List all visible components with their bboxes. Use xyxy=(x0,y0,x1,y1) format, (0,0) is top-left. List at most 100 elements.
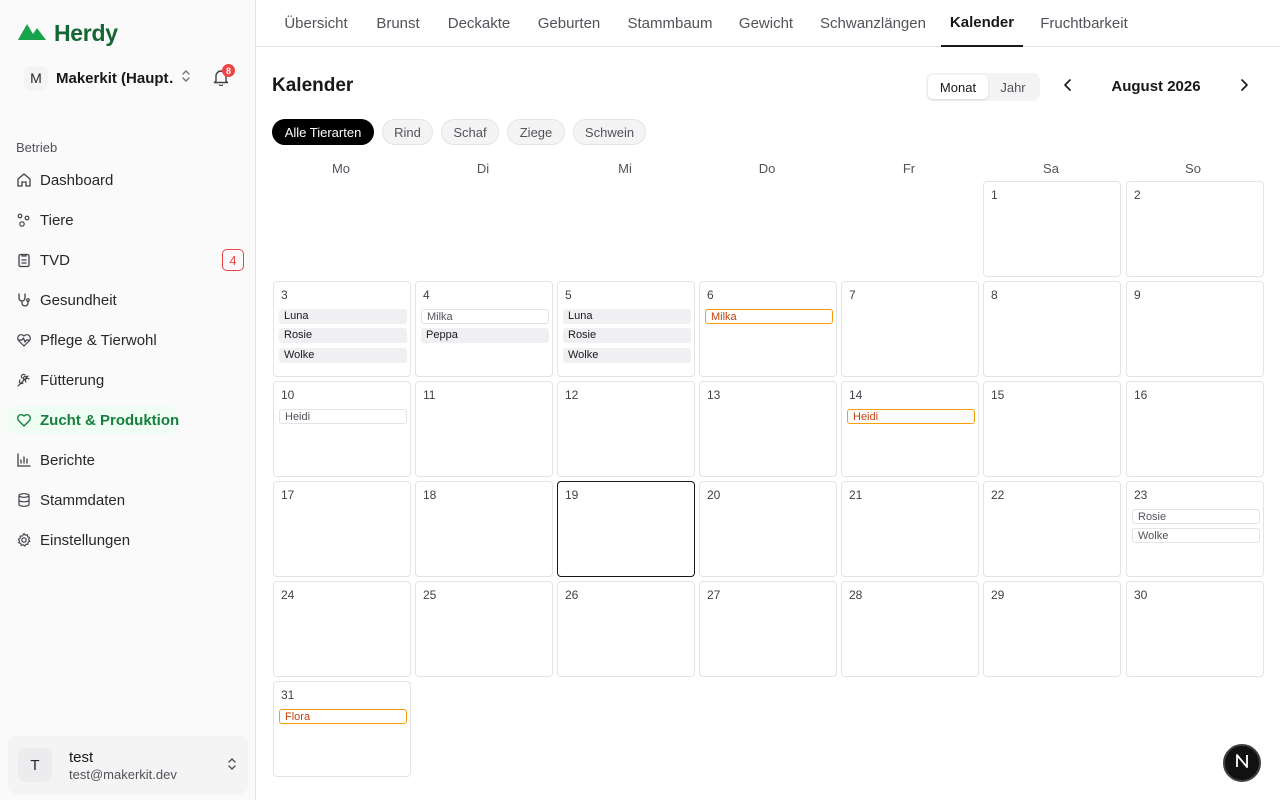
calendar-event[interactable]: Wolke xyxy=(1132,528,1260,543)
calendar-day-cell[interactable]: 11 xyxy=(415,381,553,477)
calendar-event[interactable]: Milka xyxy=(705,309,833,324)
calendar-event[interactable]: Milka xyxy=(421,309,549,324)
day-number: 24 xyxy=(281,588,295,602)
tab-geburten[interactable]: Geburten xyxy=(530,0,608,46)
sidebar-item-label: Tiere xyxy=(40,211,74,229)
day-number: 30 xyxy=(1134,588,1148,602)
notification-count-badge: 8 xyxy=(222,64,235,77)
calendar-day-cell[interactable]: 31 Flora xyxy=(273,681,411,777)
sidebar-item-berichte[interactable]: Berichte xyxy=(8,440,248,480)
filter-rind[interactable]: Rind xyxy=(382,119,433,145)
calendar-day-cell[interactable]: 2 xyxy=(1126,181,1264,277)
calendar-day-cell[interactable]: 16 xyxy=(1126,381,1264,477)
calendar-day-cell[interactable]: 18 xyxy=(415,481,553,577)
calendar-event[interactable]: Wolke xyxy=(279,348,407,363)
calendar-day-cell[interactable]: 4 Milka Peppa xyxy=(415,281,553,377)
calendar-day-cell[interactable]: 24 xyxy=(273,581,411,677)
prev-month-button[interactable] xyxy=(1060,78,1076,96)
sidebar-item-label: Berichte xyxy=(40,451,96,469)
calendar-event[interactable]: Wolke xyxy=(563,348,691,363)
sidebar-item-stammdaten[interactable]: Stammdaten xyxy=(8,480,248,520)
calendar-event[interactable]: Peppa xyxy=(421,328,549,343)
sidebar-item-label: TVD xyxy=(40,251,70,269)
calendar-day-cell[interactable]: 13 xyxy=(699,381,837,477)
calendar-day-cell[interactable]: 21 xyxy=(841,481,979,577)
tab-schwanzlaengen[interactable]: Schwanzlängen xyxy=(812,0,934,46)
sidebar-item-gesundheit[interactable]: Gesundheit xyxy=(8,280,248,320)
notifications-button[interactable]: 8 xyxy=(213,64,235,91)
org-avatar: M xyxy=(24,66,48,90)
dev-tools-button[interactable] xyxy=(1223,744,1261,782)
tab-fruchtbarkeit[interactable]: Fruchtbarkeit xyxy=(1036,0,1132,46)
weekday-header: Sa xyxy=(1043,161,1059,176)
database-icon xyxy=(16,492,32,508)
tab-gewicht[interactable]: Gewicht xyxy=(732,0,800,46)
day-number: 22 xyxy=(991,488,1005,502)
view-month-button[interactable]: Monat xyxy=(928,75,988,99)
calendar-day-cell[interactable]: 1 xyxy=(983,181,1121,277)
calendar-day-cell[interactable]: 8 xyxy=(983,281,1121,377)
tab-kalender[interactable]: Kalender xyxy=(941,0,1023,47)
sidebar-item-tiere[interactable]: Tiere xyxy=(8,200,248,240)
tab-stammbaum[interactable]: Stammbaum xyxy=(620,0,720,46)
app-logo[interactable]: Herdy xyxy=(18,20,118,47)
calendar-day-cell[interactable]: 3 Luna Rosie Wolke xyxy=(273,281,411,377)
day-number: 31 xyxy=(281,688,295,702)
sidebar-item-pflege-tierwohl[interactable]: Pflege & Tierwohl xyxy=(8,320,248,360)
org-switcher[interactable]: M Makerkit (Haupt… xyxy=(24,64,240,92)
day-number: 4 xyxy=(423,288,430,302)
calendar-day-cell[interactable]: 14 Heidi xyxy=(841,381,979,477)
current-month-label: August 2026 xyxy=(1111,78,1201,95)
filter-schwein[interactable]: Schwein xyxy=(573,119,646,145)
calendar-day-cell[interactable]: 27 xyxy=(699,581,837,677)
calendar-day-cell[interactable]: 19 xyxy=(557,481,695,577)
calendar-day-cell[interactable]: 29 xyxy=(983,581,1121,677)
sidebar-item-dashboard[interactable]: Dashboard xyxy=(8,160,248,200)
filter-ziege[interactable]: Ziege xyxy=(507,119,565,145)
filter-schaf[interactable]: Schaf xyxy=(441,119,499,145)
calendar-day-cell[interactable]: 25 xyxy=(415,581,553,677)
next-month-button[interactable] xyxy=(1236,78,1252,96)
calendar-day-cell[interactable]: 6 Milka xyxy=(699,281,837,377)
calendar-event[interactable]: Luna xyxy=(563,309,691,324)
tab-uebersicht[interactable]: Übersicht xyxy=(276,0,356,46)
sidebar-item-zucht-produktion[interactable]: Zucht & Produktion xyxy=(8,400,248,440)
sidebar-item-einstellungen[interactable]: Einstellungen xyxy=(8,520,248,560)
day-number: 1 xyxy=(991,188,998,202)
calendar-day-cell[interactable]: 5 Luna Rosie Wolke xyxy=(557,281,695,377)
calendar-event[interactable]: Rosie xyxy=(1132,509,1260,524)
paw-icon xyxy=(16,212,32,228)
calendar-event[interactable]: Flora xyxy=(279,709,407,724)
calendar-day-cell[interactable]: 26 xyxy=(557,581,695,677)
calendar-day-cell[interactable]: 10 Heidi xyxy=(273,381,411,477)
calendar-day-cell[interactable]: 15 xyxy=(983,381,1121,477)
section-tabs: Übersicht Brunst Deckakte Geburten Stamm… xyxy=(256,0,1280,47)
day-number: 25 xyxy=(423,588,437,602)
day-number: 8 xyxy=(991,288,998,302)
calendar-day-cell[interactable]: 28 xyxy=(841,581,979,677)
calendar-day-cell[interactable]: 7 xyxy=(841,281,979,377)
sidebar-item-fuetterung[interactable]: Fütterung xyxy=(8,360,248,400)
calendar-day-cell[interactable]: 20 xyxy=(699,481,837,577)
calendar-day-cell[interactable]: 12 xyxy=(557,381,695,477)
sidebar-item-tvd[interactable]: TVD 4 xyxy=(8,240,248,280)
calendar-day-cell[interactable]: 17 xyxy=(273,481,411,577)
filter-alle-tierarten[interactable]: Alle Tierarten xyxy=(272,119,374,145)
calendar-event[interactable]: Heidi xyxy=(279,409,407,424)
day-number: 15 xyxy=(991,388,1005,402)
calendar-event[interactable]: Rosie xyxy=(279,328,407,343)
tab-brunst[interactable]: Brunst xyxy=(368,0,428,46)
tab-deckakte[interactable]: Deckakte xyxy=(440,0,518,46)
calendar-day-cell[interactable]: 30 xyxy=(1126,581,1264,677)
calendar-day-cell[interactable]: 23 Rosie Wolke xyxy=(1126,481,1264,577)
calendar-event[interactable]: Rosie xyxy=(563,328,691,343)
view-year-button[interactable]: Jahr xyxy=(988,75,1038,99)
user-menu[interactable]: T test test@makerkit.dev xyxy=(8,736,248,794)
day-number: 5 xyxy=(565,288,572,302)
sidebar-section-label: Betrieb xyxy=(16,140,58,155)
calendar-event[interactable]: Luna xyxy=(279,309,407,324)
calendar-day-cell[interactable]: 22 xyxy=(983,481,1121,577)
day-number: 29 xyxy=(991,588,1005,602)
calendar-event[interactable]: Heidi xyxy=(847,409,975,424)
calendar-day-cell[interactable]: 9 xyxy=(1126,281,1264,377)
